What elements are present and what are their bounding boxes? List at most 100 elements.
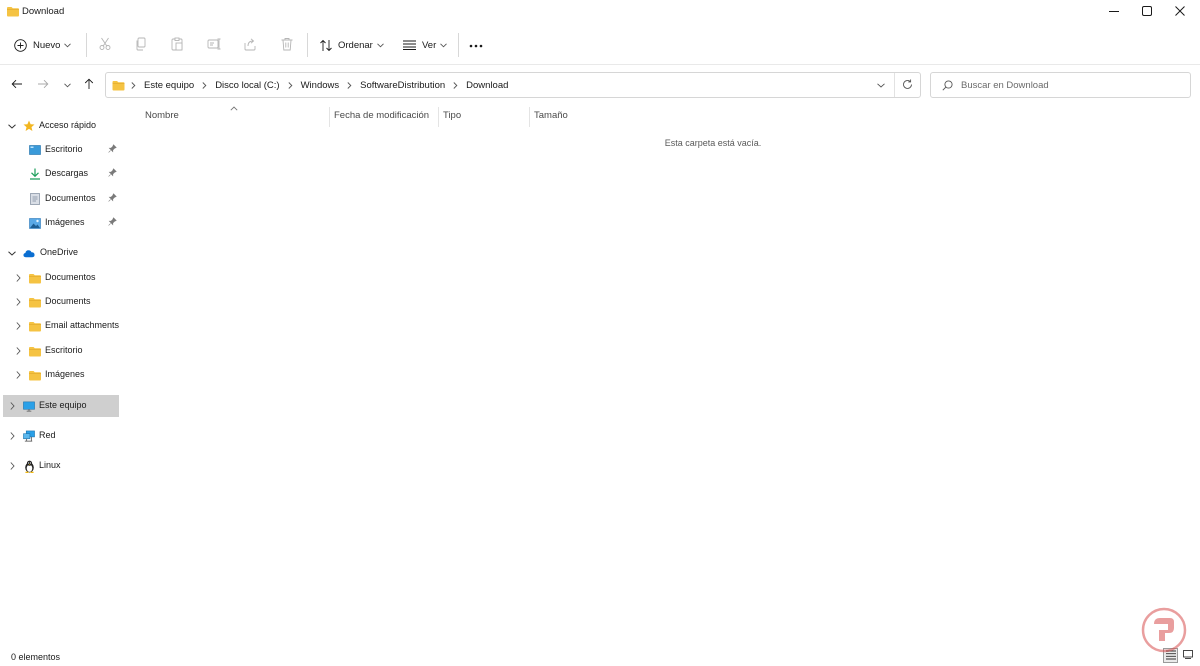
chevron-down-icon[interactable] — [6, 120, 18, 132]
cut-button[interactable] — [98, 28, 112, 62]
column-header-type[interactable]: Tipo — [443, 110, 461, 124]
breadcrumb-softwaredistribution[interactable]: SoftwareDistribution — [360, 80, 445, 91]
folder-icon — [29, 345, 41, 357]
pin-icon — [108, 217, 117, 228]
pictures-icon — [29, 217, 41, 229]
delete-button[interactable] — [280, 28, 294, 62]
sidebar-item-label: Documentos — [45, 193, 96, 203]
breadcrumb-este-equipo[interactable]: Este equipo — [144, 80, 194, 91]
chevron-right-icon[interactable] — [6, 400, 18, 412]
breadcrumb-windows[interactable]: Windows — [301, 80, 340, 91]
sidebar-item-network[interactable]: Red — [0, 425, 124, 447]
chevron-right-icon[interactable] — [12, 369, 24, 381]
up-button[interactable] — [80, 76, 98, 94]
toolbar-divider — [86, 33, 87, 57]
sidebar-item-email-attachments[interactable]: Email attachments — [0, 315, 124, 337]
sidebar-item-linux[interactable]: Linux — [0, 455, 124, 477]
sidebar-item-onedrive[interactable]: OneDrive — [0, 242, 124, 264]
document-icon — [29, 193, 41, 205]
folder-icon — [29, 296, 41, 308]
toolbar-divider — [458, 33, 459, 57]
search-input[interactable] — [961, 77, 1181, 93]
chevron-right-icon — [288, 81, 293, 89]
column-divider[interactable] — [529, 107, 530, 127]
share-button[interactable] — [243, 28, 257, 62]
sort-button[interactable]: Ordenar — [319, 28, 384, 62]
chevron-right-icon[interactable] — [12, 296, 24, 308]
sidebar-item-label: Linux — [39, 460, 61, 470]
toolbar-separator — [0, 64, 1200, 65]
folder-icon — [29, 320, 41, 332]
sidebar-item-this-pc[interactable]: Este equipo — [3, 395, 119, 417]
chevron-down-icon[interactable] — [6, 247, 18, 259]
sidebar-item-documentos[interactable]: Documentos — [0, 188, 124, 210]
search-icon — [942, 80, 953, 93]
delete-icon — [280, 37, 294, 53]
status-item-count: 0 elementos — [11, 652, 61, 662]
sidebar-item-label: Imágenes — [45, 369, 85, 379]
sidebar-item-onedrive-imagenes[interactable]: Imágenes — [0, 364, 124, 386]
view-button[interactable]: Ver — [403, 28, 448, 62]
chevron-right-icon[interactable] — [6, 460, 18, 472]
back-button[interactable] — [8, 76, 26, 94]
sort-button-label: Ordenar — [338, 39, 373, 51]
sidebar-item-label: Documentos — [45, 272, 96, 282]
chevron-down-icon — [64, 40, 72, 50]
pin-icon — [108, 193, 117, 204]
folder-icon — [29, 369, 41, 381]
network-icon — [23, 430, 35, 442]
address-bar[interactable]: Este equipo Disco local (C:) Windows Sof… — [105, 72, 921, 98]
chevron-right-icon[interactable] — [12, 272, 24, 284]
sidebar-item-label: Imágenes — [45, 217, 85, 227]
pin-icon — [108, 168, 117, 179]
chevron-down-icon — [877, 80, 885, 90]
refresh-button[interactable] — [898, 76, 916, 94]
folder-icon — [7, 6, 19, 19]
sidebar-item-onedrive-documentos[interactable]: Documentos — [0, 267, 124, 289]
title-bar: Download — [0, 0, 1200, 24]
forward-button[interactable] — [34, 76, 52, 94]
watermark-logo — [1140, 606, 1188, 654]
view-list-icon — [403, 40, 416, 50]
chevron-right-icon[interactable] — [12, 345, 24, 357]
navigation-pane: Acceso rápido Escritorio Descargas Docum… — [0, 104, 124, 644]
breadcrumb-download[interactable]: Download — [466, 80, 508, 91]
sidebar-item-descargas[interactable]: Descargas — [0, 163, 124, 185]
sort-ascending-icon — [230, 103, 238, 113]
paste-button[interactable] — [170, 28, 184, 62]
new-button[interactable]: Nuevo — [14, 28, 72, 62]
column-header-size[interactable]: Tamaño — [534, 110, 568, 124]
sidebar-item-label: Escritorio — [45, 345, 83, 355]
rename-button[interactable] — [207, 28, 221, 62]
copy-icon — [134, 37, 148, 53]
sidebar-item-label: OneDrive — [40, 247, 79, 257]
column-divider[interactable] — [329, 107, 330, 127]
chevron-right-icon — [453, 81, 458, 89]
recent-locations-button[interactable] — [58, 76, 76, 94]
chevron-right-icon[interactable] — [6, 430, 18, 442]
column-header-modified[interactable]: Fecha de modificación — [334, 110, 429, 124]
breadcrumb-disco-local[interactable]: Disco local (C:) — [215, 80, 279, 91]
sidebar-item-imagenes[interactable]: Imágenes — [0, 212, 124, 234]
maximize-button[interactable] — [1129, 0, 1165, 24]
chevron-right-icon[interactable] — [12, 320, 24, 332]
column-divider[interactable] — [438, 107, 439, 127]
plus-circle-icon — [14, 38, 27, 52]
address-history-button[interactable] — [872, 78, 890, 92]
minimize-icon — [1109, 6, 1119, 18]
sidebar-item-quick-access[interactable]: Acceso rápido — [0, 115, 124, 137]
cloud-icon — [23, 247, 35, 259]
sidebar-item-onedrive-documents[interactable]: Documents — [0, 291, 124, 313]
arrow-up-icon — [84, 78, 94, 92]
close-button[interactable] — [1162, 0, 1198, 24]
copy-button[interactable] — [134, 28, 148, 62]
more-options-button[interactable] — [469, 28, 483, 62]
toolbar-divider — [307, 33, 308, 57]
address-divider — [894, 73, 895, 97]
sort-icon — [319, 39, 333, 52]
minimize-button[interactable] — [1096, 0, 1132, 24]
sidebar-item-onedrive-escritorio[interactable]: Escritorio — [0, 340, 124, 362]
file-list-area[interactable]: Esta carpeta está vacía. — [0, 138, 1200, 148]
search-box[interactable] — [930, 72, 1191, 98]
column-header-name[interactable]: Nombre — [145, 110, 179, 124]
